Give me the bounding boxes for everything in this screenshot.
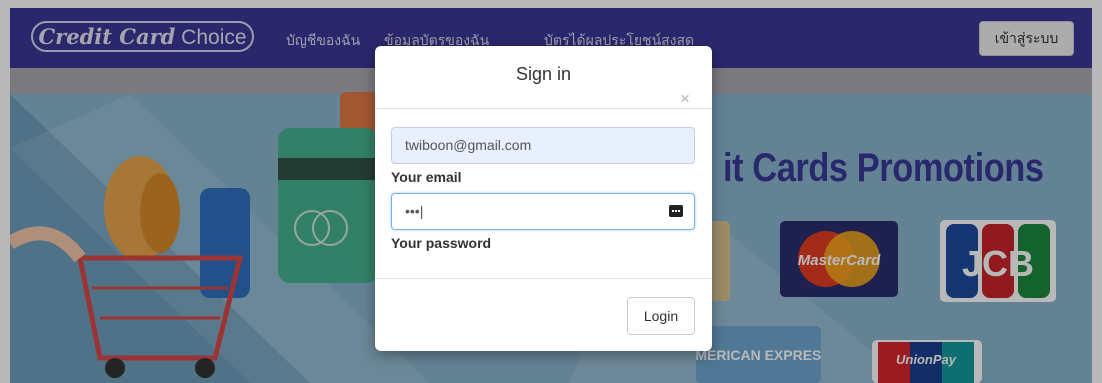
- password-field[interactable]: •••|: [391, 193, 695, 230]
- email-label: Your email: [391, 169, 462, 185]
- sign-in-modal: Sign in × twiboon@gmail.com Your email •…: [375, 46, 712, 351]
- email-field[interactable]: twiboon@gmail.com: [391, 127, 695, 164]
- modal-header-divider: [375, 108, 712, 109]
- modal-title: Sign in: [515, 64, 572, 84]
- modal-footer-divider: [375, 278, 712, 279]
- password-key-icon[interactable]: [669, 205, 683, 217]
- close-icon[interactable]: ×: [680, 90, 690, 107]
- password-label: Your password: [391, 235, 492, 251]
- password-field-value: •••|: [405, 203, 424, 219]
- login-submit-button[interactable]: Login: [627, 297, 695, 335]
